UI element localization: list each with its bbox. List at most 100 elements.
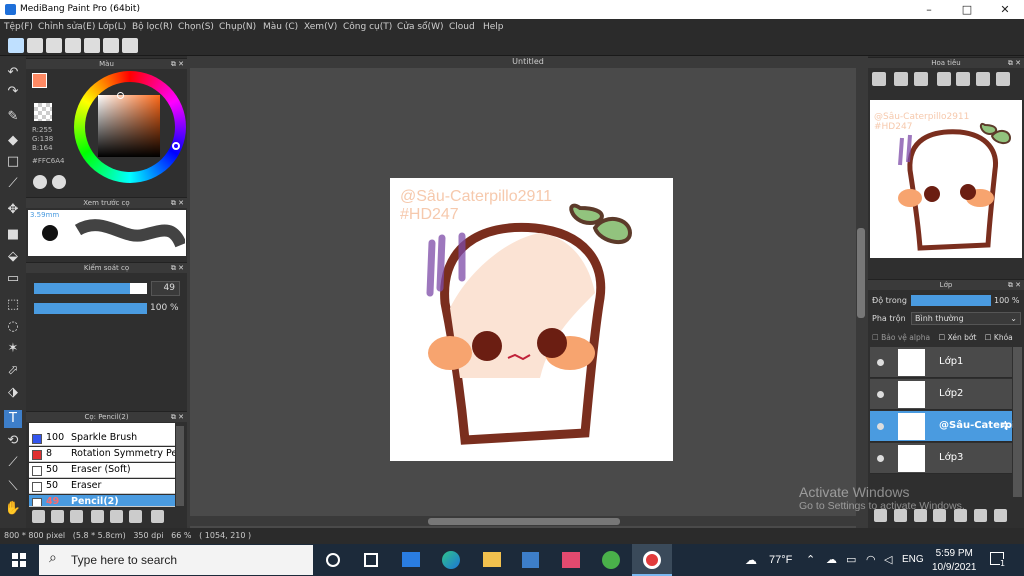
- layer-row[interactable]: Lớp2: [870, 379, 1012, 410]
- select-tool-icon[interactable]: ⬚: [4, 296, 22, 314]
- menu-window[interactable]: Cửa sổ(W): [397, 22, 443, 32]
- menu-tools[interactable]: Công cụ(T): [343, 22, 392, 32]
- panel-close-icon[interactable]: ⧉ ✕: [1008, 280, 1021, 291]
- maximize-button[interactable]: □: [948, 0, 986, 19]
- menu-filter[interactable]: Bộ lọc(R): [132, 22, 173, 32]
- blend-mode-select[interactable]: Bình thường ⌄: [911, 312, 1021, 325]
- task-view-icon[interactable]: [364, 553, 378, 567]
- fit-screen-icon[interactable]: [976, 72, 990, 86]
- zoom-out-icon[interactable]: [914, 72, 928, 86]
- document-icon[interactable]: [84, 38, 100, 53]
- brush-list-scrollbar[interactable]: [176, 426, 184, 506]
- cloud-tray-icon[interactable]: ☁: [826, 553, 837, 566]
- protect-alpha-checkbox[interactable]: ☐ Bảo vệ alpha: [872, 333, 930, 342]
- panel-close-icon[interactable]: ⧉ ✕: [171, 59, 184, 70]
- select-pen-icon[interactable]: ⬀: [4, 362, 22, 380]
- duplicate-brush-icon[interactable]: [129, 510, 142, 523]
- foreground-color-swatch[interactable]: [32, 73, 47, 88]
- line-tool-icon[interactable]: ⟋: [4, 175, 22, 193]
- upload-icon[interactable]: [27, 38, 43, 53]
- visibility-icon[interactable]: [877, 391, 884, 398]
- brush-item[interactable]: 8 Rotation Symmetry Pen: [29, 447, 175, 462]
- hand-tool-icon[interactable]: ✋: [4, 500, 22, 518]
- taskbar-search-box[interactable]: ⌕ Type here to search: [39, 545, 313, 575]
- wifi-icon[interactable]: ◠: [866, 553, 876, 566]
- volume-icon[interactable]: ◁: [884, 553, 892, 566]
- brush-item[interactable]: 100 Sparkle Brush: [29, 431, 175, 446]
- grid-icon[interactable]: [122, 38, 138, 53]
- move-tool-icon[interactable]: ✥: [4, 201, 22, 219]
- lock-checkbox[interactable]: ☐ Khóa: [985, 333, 1013, 342]
- menu-capture[interactable]: Chụp(N): [219, 22, 256, 32]
- brush-cloud-icon[interactable]: [32, 510, 45, 523]
- layer-opacity-slider[interactable]: [911, 295, 991, 306]
- menu-file[interactable]: Tệp(F): [4, 22, 33, 32]
- palette-icon[interactable]: [33, 175, 47, 189]
- navigator-preview[interactable]: @Sâu-Caterpillo2911 #HD247: [870, 100, 1022, 258]
- mail-icon[interactable]: [402, 552, 420, 567]
- eyedropper-icon[interactable]: ⟋: [4, 454, 22, 472]
- eraser-tool-icon[interactable]: ◆: [4, 132, 22, 150]
- clipping-checkbox[interactable]: ☐ Xén bớt: [938, 333, 976, 342]
- redo-icon[interactable]: ↷: [4, 83, 22, 101]
- document-tab[interactable]: Untitled: [190, 56, 866, 68]
- brush-item-selected[interactable]: 49 Pencil(2): [29, 495, 175, 507]
- panel-icon[interactable]: [103, 38, 119, 53]
- vertical-scrollbar[interactable]: [856, 68, 866, 528]
- layer-row[interactable]: Lớp3: [870, 443, 1012, 474]
- app-icon-pink[interactable]: [562, 552, 580, 568]
- chat-icon[interactable]: [46, 38, 62, 53]
- brush-opacity-slider[interactable]: [34, 303, 147, 314]
- weather-icon[interactable]: ☁: [745, 553, 757, 567]
- color-picker-handle[interactable]: [117, 92, 124, 99]
- medibang-taskbar-button[interactable]: [632, 544, 672, 576]
- file-explorer-icon[interactable]: [483, 552, 501, 567]
- zoom-in-alt-icon[interactable]: [894, 72, 908, 86]
- layer-scrollbar[interactable]: [1013, 347, 1022, 497]
- flip-icon[interactable]: [996, 72, 1010, 86]
- brush-tool-icon[interactable]: ✎: [4, 108, 22, 126]
- dot-tool-icon[interactable]: □: [4, 153, 22, 171]
- brush-settings-icon[interactable]: [91, 510, 104, 523]
- app-icon-green[interactable]: [602, 551, 620, 569]
- menu-edit[interactable]: Chỉnh sửa(E): [38, 22, 95, 32]
- layer-settings-icon[interactable]: ✲: [1001, 419, 1010, 432]
- menu-view[interactable]: Xem(V): [304, 22, 337, 32]
- close-button[interactable]: ✕: [986, 0, 1024, 19]
- operation-tool-icon[interactable]: ⟲: [4, 432, 22, 450]
- panel-close-icon[interactable]: ⧉ ✕: [171, 412, 184, 423]
- select-eraser-icon[interactable]: ⬗: [4, 384, 22, 402]
- folder-icon[interactable]: [110, 510, 123, 523]
- store-icon[interactable]: [522, 552, 539, 568]
- language-indicator[interactable]: ENG: [902, 554, 924, 565]
- brush-item[interactable]: 50 Eraser (Soft): [29, 463, 175, 478]
- menu-cloud[interactable]: Cloud: [449, 22, 475, 32]
- brush-item[interactable]: 50 Eraser: [29, 479, 175, 494]
- battery-icon[interactable]: ▭: [846, 553, 856, 566]
- saturation-square[interactable]: [98, 95, 160, 157]
- gradient-tool-icon[interactable]: ▭: [4, 270, 22, 288]
- undo-icon[interactable]: ↶: [4, 64, 22, 82]
- lasso-tool-icon[interactable]: ◌: [4, 318, 22, 336]
- hue-handle[interactable]: [172, 142, 180, 150]
- edge-icon[interactable]: [442, 551, 460, 569]
- rotate-right-icon[interactable]: [956, 72, 970, 86]
- weather-temp[interactable]: 77°F: [769, 554, 792, 566]
- clock[interactable]: 5:59 PM 10/9/2021: [932, 547, 977, 575]
- visibility-icon[interactable]: [877, 423, 884, 430]
- magic-wand-icon[interactable]: ✶: [4, 340, 22, 358]
- layer-row[interactable]: Lớp1: [870, 347, 1012, 378]
- new-brush-icon[interactable]: [51, 510, 64, 523]
- panel-close-icon[interactable]: ⧉ ✕: [171, 263, 184, 274]
- bucket-tool-icon[interactable]: ⬙: [4, 248, 22, 266]
- menu-select[interactable]: Chọn(S): [178, 22, 214, 32]
- windows-start-icon[interactable]: [12, 553, 26, 567]
- minimize-button[interactable]: –: [910, 0, 948, 19]
- knife-tool-icon[interactable]: ⟍: [4, 478, 22, 496]
- comment-icon[interactable]: [65, 38, 81, 53]
- zoom-in-icon[interactable]: [872, 72, 886, 86]
- visibility-icon[interactable]: [877, 359, 884, 366]
- delete-brush-icon[interactable]: [151, 510, 164, 523]
- delete-layer-icon[interactable]: [994, 509, 1007, 522]
- cloud-icon[interactable]: [8, 38, 24, 53]
